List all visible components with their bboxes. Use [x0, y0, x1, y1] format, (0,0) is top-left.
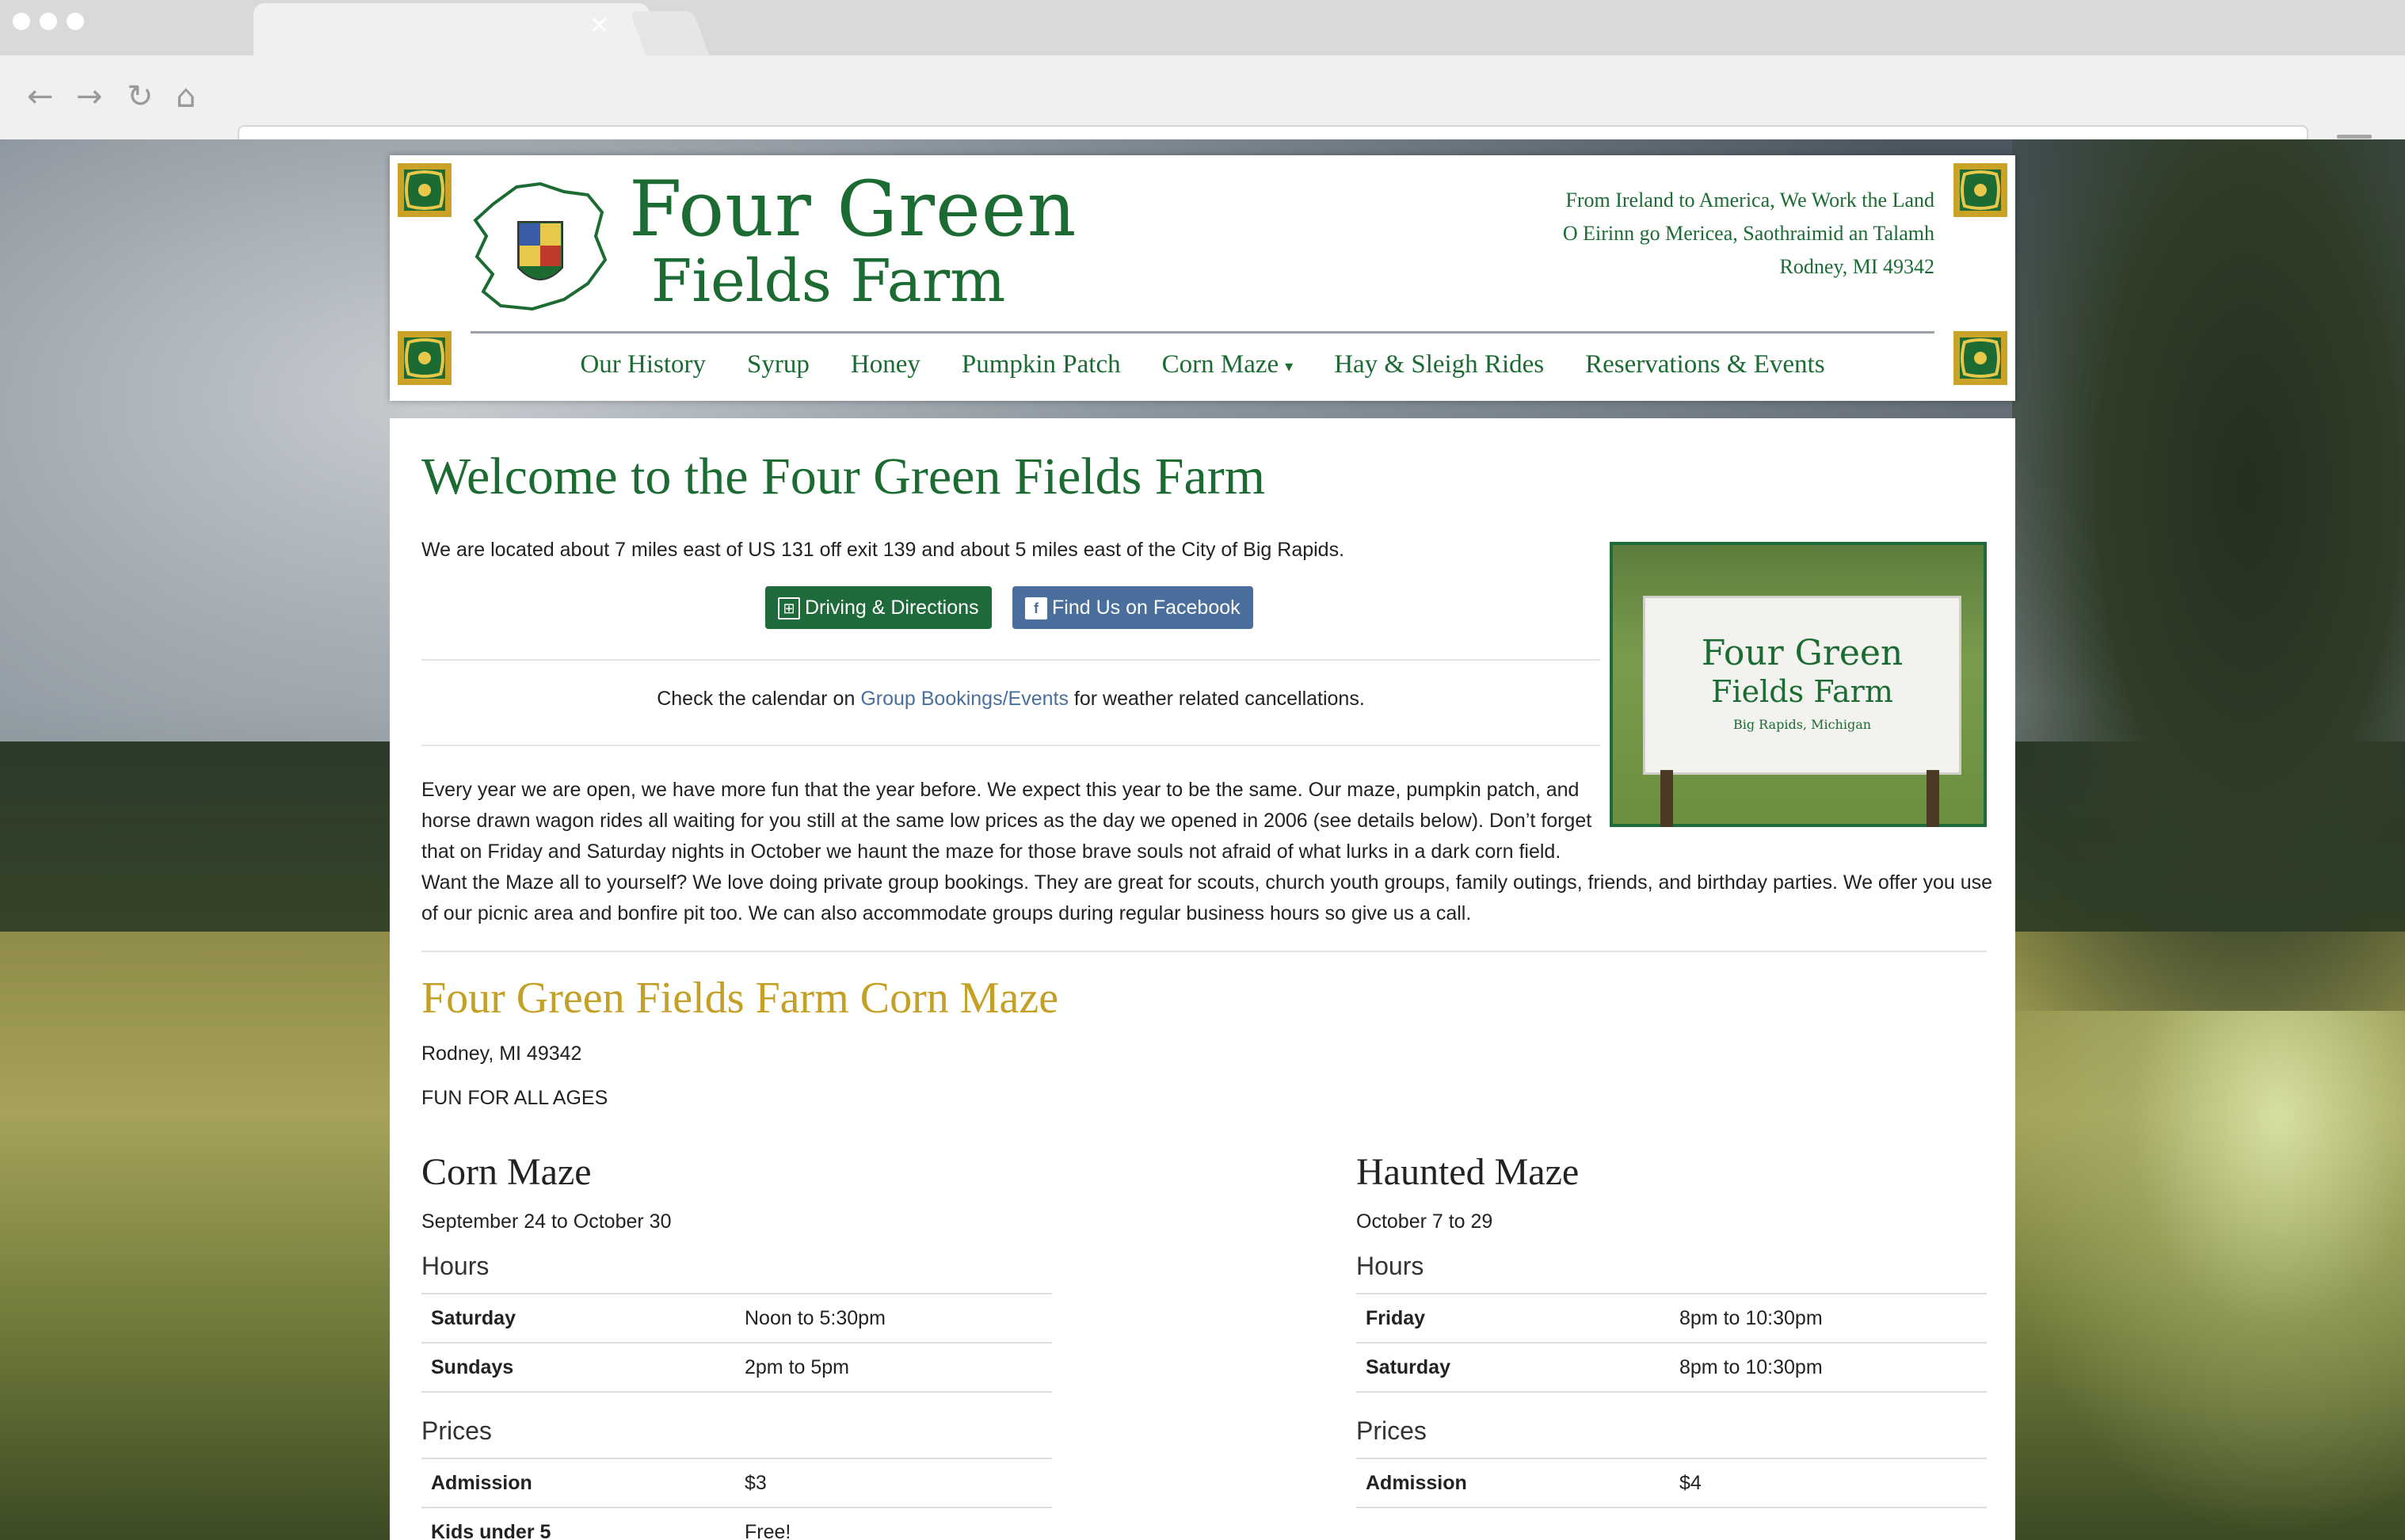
site-header: Four Green Fields Farm From Ireland to A…: [390, 155, 2015, 401]
table-row: Sundays 2pm to 5pm: [421, 1344, 1052, 1393]
hours-time: 8pm to 10:30pm: [1679, 1306, 1823, 1329]
divider: [421, 745, 1600, 746]
hours-day: Saturday: [431, 1306, 516, 1329]
nav-pumpkin-patch[interactable]: Pumpkin Patch: [941, 350, 1142, 379]
tab-close-icon[interactable]: ✕: [589, 14, 609, 38]
celtic-corner-icon: [1953, 331, 2007, 385]
about-line: Want the Maze all to yourself? We love d…: [421, 871, 1993, 894]
weather-notice: Check the calendar on Group Bookings/Eve…: [421, 688, 1600, 711]
nav-corn-maze-label: Corn Maze: [1161, 350, 1279, 379]
site-logo-text[interactable]: Four Green Fields Farm: [629, 171, 1077, 311]
price-value: $3: [745, 1471, 767, 1494]
trees: [2012, 139, 2405, 1011]
haunted-maze-hours-heading: Hours: [1356, 1252, 1424, 1280]
haunted-maze-prices-table: Admission $4: [1356, 1458, 1987, 1508]
logo-line-1: Four Green: [629, 165, 1077, 253]
price-value: Free!: [745, 1520, 791, 1540]
haunted-maze-prices-heading: Prices: [1356, 1416, 1427, 1445]
page-title: Welcome to the Four Green Fields Farm: [421, 448, 1266, 505]
map-icon: ⊞: [778, 597, 800, 620]
window-close-dot[interactable]: [13, 13, 30, 30]
hours-day: Friday: [1366, 1306, 1426, 1329]
hours-day: Sundays: [431, 1355, 514, 1378]
about-line: that on Friday and Saturday nights in Oc…: [421, 841, 1561, 863]
divider: [421, 951, 1987, 952]
tagline-english: From Ireland to America, We Work the Lan…: [1565, 189, 1934, 212]
table-row: Saturday 8pm to 10:30pm: [1356, 1344, 1987, 1393]
nav-hay-sleigh-rides[interactable]: Hay & Sleigh Rides: [1313, 350, 1565, 379]
nav-honey[interactable]: Honey: [830, 350, 941, 379]
corn-maze-section-title: Four Green Fields Farm Corn Maze: [421, 974, 1059, 1023]
about-line: of our picnic area and bonfire pit too. …: [421, 902, 1472, 924]
main-content: Welcome to the Four Green Fields Farm We…: [390, 418, 2015, 1540]
facebook-button[interactable]: f Find Us on Facebook: [1012, 586, 1253, 629]
celtic-corner-icon: [1953, 163, 2007, 217]
price-item: Admission: [431, 1471, 532, 1494]
browser-toolbar: ← → ↻ ⌂: [0, 55, 2405, 184]
ireland-shield-logo[interactable]: [469, 181, 612, 315]
driving-directions-button[interactable]: ⊞ Driving & Directions: [765, 586, 992, 629]
reload-icon[interactable]: ↻: [127, 73, 154, 120]
celtic-corner-icon: [398, 163, 452, 217]
haunted-maze-hours-table: Friday 8pm to 10:30pm Saturday 8pm to 10:3…: [1356, 1293, 1987, 1393]
celtic-corner-icon: [398, 331, 452, 385]
corn-maze-prices-heading: Prices: [421, 1416, 492, 1445]
back-icon[interactable]: ←: [27, 73, 54, 120]
nav-syrup[interactable]: Syrup: [726, 350, 830, 379]
sunlight: [1980, 1011, 2405, 1540]
price-item: Admission: [1366, 1471, 1467, 1494]
sign-subtext: Big Rapids, Michigan: [1732, 717, 1872, 732]
table-row: Friday 8pm to 10:30pm: [1356, 1294, 1987, 1344]
about-paragraph: Every year we are open, we have more fun…: [421, 775, 1992, 929]
tagline-irish: O Eirinn go Mericea, Saothraimid an Tala…: [1562, 222, 1934, 245]
price-value: $4: [1679, 1471, 1702, 1494]
hours-time: 2pm to 5pm: [745, 1355, 850, 1378]
driving-directions-label: Driving & Directions: [805, 597, 979, 619]
nav-corn-maze[interactable]: Corn Maze ▾: [1142, 350, 1314, 379]
tagline: From Ireland to America, We Work the Lan…: [1563, 184, 1934, 284]
forward-icon[interactable]: →: [76, 73, 103, 120]
hours-day: Saturday: [1366, 1355, 1450, 1378]
table-row: Saturday Noon to 5:30pm: [421, 1294, 1052, 1344]
browser-tab-strip: ✕: [0, 0, 2405, 55]
corn-maze-hours-heading: Hours: [421, 1252, 490, 1280]
farm-sign: Four Green Fields Farm Big Rapids, Michi…: [1643, 596, 1961, 775]
about-line: Every year we are open, we have more fun…: [421, 779, 1580, 801]
sign-line-1: Four Green: [1701, 633, 1904, 673]
home-icon[interactable]: ⌂: [176, 73, 196, 120]
window-minimize-dot[interactable]: [40, 13, 57, 30]
logo-line-2: Fields Farm: [651, 247, 1006, 315]
haunted-maze-title: Haunted Maze: [1356, 1151, 1580, 1193]
corn-maze-hours-table: Saturday Noon to 5:30pm Sundays 2pm to 5pm: [421, 1293, 1052, 1393]
notice-text-before: Check the calendar on: [657, 688, 861, 710]
corn-maze-title: Corn Maze: [421, 1151, 592, 1193]
price-item: Kids under 5: [431, 1520, 551, 1540]
corn-maze-dates: September 24 to October 30: [421, 1210, 672, 1233]
tagline-address: Rodney, MI 49342: [1779, 255, 1934, 278]
facebook-icon: f: [1025, 597, 1047, 620]
location-intro: We are located about 7 miles east of US …: [421, 539, 1345, 561]
table-row: Admission $4: [1356, 1459, 1987, 1508]
sign-line-2: Fields Farm: [1711, 674, 1893, 709]
notice-text-after: for weather related cancellations.: [1068, 688, 1365, 710]
window-zoom-dot[interactable]: [67, 13, 84, 30]
about-line: horse drawn wagon rides all waiting for …: [421, 810, 1592, 832]
table-row: Admission $3: [421, 1459, 1052, 1508]
nav-our-history[interactable]: Our History: [559, 350, 726, 379]
maze-location: Rodney, MI 49342: [421, 1043, 582, 1065]
haunted-maze-dates: October 7 to 29: [1356, 1210, 1493, 1233]
corn-maze-prices-table: Admission $3 Kids under 5 Free!: [421, 1458, 1052, 1540]
divider: [421, 659, 1600, 661]
group-bookings-link[interactable]: Group Bookings/Events: [860, 688, 1069, 710]
nav-divider: [471, 331, 1934, 334]
facebook-label: Find Us on Facebook: [1052, 597, 1241, 619]
caret-down-icon: ▾: [1285, 357, 1294, 375]
fun-for-all-ages: FUN FOR ALL AGES: [421, 1087, 608, 1109]
hours-time: Noon to 5:30pm: [745, 1306, 886, 1329]
nav-reservations-events[interactable]: Reservations & Events: [1565, 350, 1845, 379]
hours-time: 8pm to 10:30pm: [1679, 1355, 1823, 1378]
table-row: Kids under 5 Free!: [421, 1508, 1052, 1540]
main-nav: Our History Syrup Honey Pumpkin Patch Co…: [471, 350, 1934, 379]
